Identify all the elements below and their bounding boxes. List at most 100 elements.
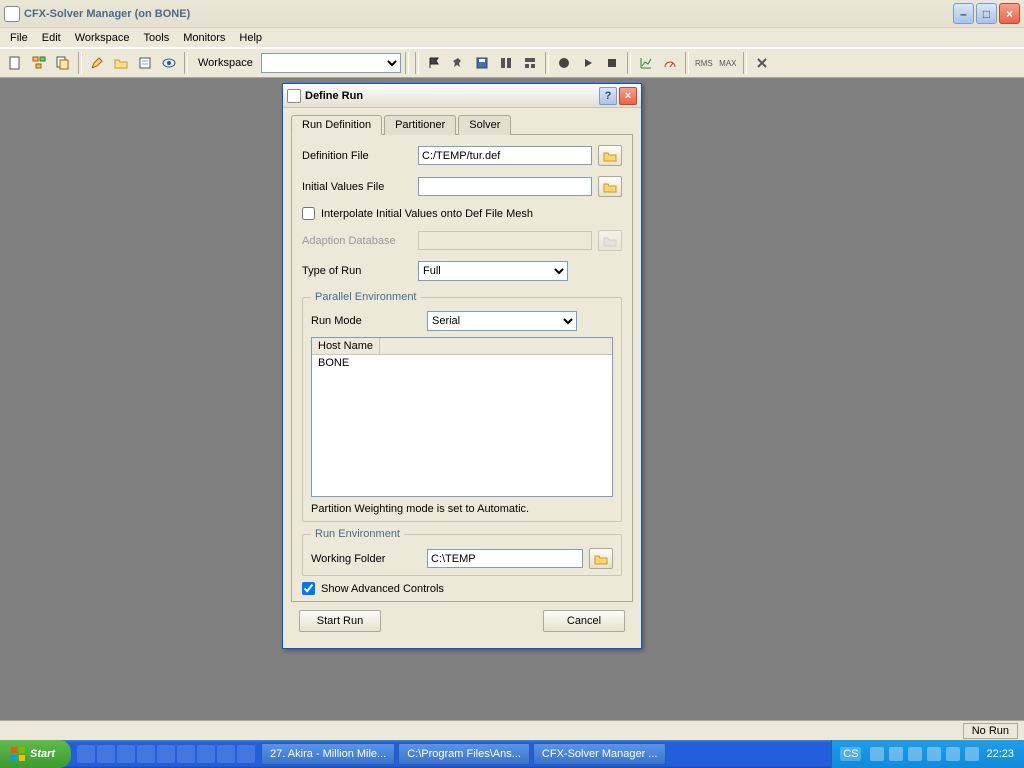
separator xyxy=(415,52,419,74)
dialog-tabs: Run Definition Partitioner Solver xyxy=(291,114,633,135)
flag-icon[interactable] xyxy=(423,52,445,74)
new-icon[interactable] xyxy=(4,52,26,74)
ql-icon[interactable] xyxy=(237,745,255,763)
save-icon[interactable] xyxy=(471,52,493,74)
statusbar: No Run xyxy=(0,720,1024,740)
pin-icon[interactable] xyxy=(447,52,469,74)
ql-icon[interactable] xyxy=(197,745,215,763)
copy-icon[interactable] xyxy=(52,52,74,74)
tab-panel: Definition File Initial Values File Inte… xyxy=(291,135,633,602)
tree-icon[interactable] xyxy=(28,52,50,74)
menu-workspace[interactable]: Workspace xyxy=(69,30,136,46)
host-table[interactable]: Host Name BONE xyxy=(311,337,613,497)
minimize-button[interactable]: – xyxy=(953,3,974,24)
host-row[interactable]: BONE xyxy=(312,355,612,371)
window-title: CFX-Solver Manager (on BONE) xyxy=(24,8,953,20)
run-mode-label: Run Mode xyxy=(311,315,421,327)
status-text: No Run xyxy=(963,723,1018,739)
working-folder-input[interactable] xyxy=(427,549,583,568)
workspace-select[interactable] xyxy=(261,53,401,73)
ql-icon[interactable] xyxy=(97,745,115,763)
record-icon[interactable] xyxy=(553,52,575,74)
working-folder-browse-button[interactable] xyxy=(589,548,613,569)
start-run-button[interactable]: Start Run xyxy=(299,610,381,632)
tray-icon[interactable] xyxy=(889,747,903,761)
menu-file[interactable]: File xyxy=(4,30,34,46)
eye-icon[interactable] xyxy=(158,52,180,74)
tray-icon[interactable] xyxy=(946,747,960,761)
interpolate-checkbox[interactable] xyxy=(302,207,315,220)
maximize-button[interactable]: □ xyxy=(976,3,997,24)
dialog-titlebar[interactable]: Define Run ? × xyxy=(283,84,641,108)
layout2-icon[interactable] xyxy=(519,52,541,74)
tray-icon[interactable] xyxy=(908,747,922,761)
dialog-title: Define Run xyxy=(305,90,597,102)
toolbar: Workspace RMS MAX xyxy=(0,48,1024,78)
ql-icon[interactable] xyxy=(77,745,95,763)
separator xyxy=(743,52,747,74)
type-of-run-select[interactable]: Full xyxy=(418,261,568,281)
dialog-close-button[interactable]: × xyxy=(619,87,637,105)
menu-help[interactable]: Help xyxy=(233,30,268,46)
type-of-run-label: Type of Run xyxy=(302,265,412,277)
separator xyxy=(627,52,631,74)
parallel-env-group: Parallel Environment Run Mode Serial Hos… xyxy=(302,291,622,522)
task-item[interactable]: CFX-Solver Manager ... xyxy=(533,743,667,765)
language-indicator[interactable]: CS xyxy=(840,747,861,761)
adaption-db-input xyxy=(418,231,592,250)
play-icon[interactable] xyxy=(577,52,599,74)
cancel-button[interactable]: Cancel xyxy=(543,610,625,632)
task-item[interactable]: C:\Program Files\Ans... xyxy=(398,743,530,765)
show-advanced-checkbox[interactable] xyxy=(302,582,315,595)
tray-icon[interactable] xyxy=(965,747,979,761)
ql-icon[interactable] xyxy=(117,745,135,763)
separator xyxy=(685,52,689,74)
start-button[interactable]: Start xyxy=(0,740,71,768)
run-mode-select[interactable]: Serial xyxy=(427,311,577,331)
windows-icon xyxy=(10,746,26,762)
menu-monitors[interactable]: Monitors xyxy=(177,30,231,46)
stop-icon[interactable] xyxy=(601,52,623,74)
ql-icon[interactable] xyxy=(217,745,235,763)
interpolate-label: Interpolate Initial Values onto Def File… xyxy=(321,208,533,220)
ql-icon[interactable] xyxy=(157,745,175,763)
delete-icon[interactable] xyxy=(751,52,773,74)
gauge-icon[interactable] xyxy=(659,52,681,74)
layout1-icon[interactable] xyxy=(495,52,517,74)
separator xyxy=(184,52,188,74)
chart-icon[interactable] xyxy=(635,52,657,74)
adaption-db-label: Adaption Database xyxy=(302,235,412,247)
clock[interactable]: 22:23 xyxy=(984,748,1016,760)
edit-icon[interactable] xyxy=(86,52,108,74)
ql-icon[interactable] xyxy=(177,745,195,763)
list-icon[interactable] xyxy=(134,52,156,74)
ql-icon[interactable] xyxy=(137,745,155,763)
tab-run-definition[interactable]: Run Definition xyxy=(291,115,382,135)
menu-tools[interactable]: Tools xyxy=(138,30,176,46)
menubar: File Edit Workspace Tools Monitors Help xyxy=(0,28,1024,48)
initial-values-browse-button[interactable] xyxy=(598,176,622,197)
titlebar: CFX-Solver Manager (on BONE) – □ × xyxy=(0,0,1024,28)
app-icon xyxy=(4,6,20,22)
definition-file-browse-button[interactable] xyxy=(598,145,622,166)
max-icon[interactable]: MAX xyxy=(717,52,739,74)
working-folder-label: Working Folder xyxy=(311,553,421,565)
close-button[interactable]: × xyxy=(999,3,1020,24)
folder-icon[interactable] xyxy=(110,52,132,74)
parallel-env-legend: Parallel Environment xyxy=(311,291,421,303)
task-item[interactable]: 27. Akira - Million Mile... xyxy=(261,743,395,765)
tray-icon[interactable] xyxy=(927,747,941,761)
initial-values-input[interactable] xyxy=(418,177,592,196)
define-run-dialog: Define Run ? × Run Definition Partitione… xyxy=(282,83,642,649)
tab-partitioner[interactable]: Partitioner xyxy=(384,115,456,135)
definition-file-input[interactable] xyxy=(418,146,592,165)
tray-icon[interactable] xyxy=(870,747,884,761)
tab-solver[interactable]: Solver xyxy=(458,115,511,135)
run-env-group: Run Environment Working Folder xyxy=(302,528,622,576)
host-name-header: Host Name xyxy=(312,338,380,354)
help-button[interactable]: ? xyxy=(599,87,617,105)
rms-icon[interactable]: RMS xyxy=(693,52,715,74)
menu-edit[interactable]: Edit xyxy=(36,30,67,46)
separator xyxy=(78,52,82,74)
adaption-db-browse-button xyxy=(598,230,622,251)
